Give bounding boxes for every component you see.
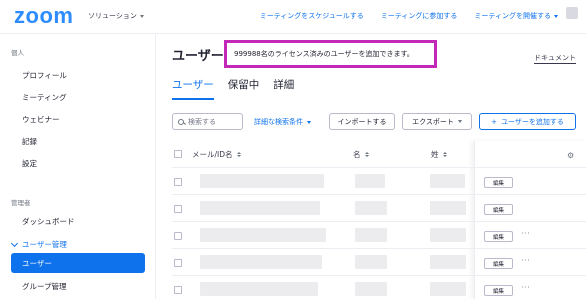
license-notice: 999988名のライセンス済みのユーザーを追加できます。 xyxy=(224,40,437,68)
redacted-email xyxy=(200,282,318,296)
export-label: エクスポート xyxy=(412,117,454,126)
gear-icon[interactable]: ⚙ xyxy=(567,151,574,160)
redacted-last-name xyxy=(430,174,465,188)
redacted-last-name xyxy=(430,228,466,242)
more-icon[interactable]: ··· xyxy=(521,229,530,238)
top-nav-links: ミーティングをスケジュールする ミーティングに参加する ミーティングを開催する xyxy=(260,11,558,21)
top-header: zoom ソリューション ミーティングをスケジュールする ミーティングに参加する… xyxy=(0,0,586,34)
advanced-search-label: 詳細な検索条件 xyxy=(254,118,303,126)
table-row: 編集 xyxy=(172,196,586,222)
column-header-email[interactable]: メール/ID名 xyxy=(192,149,241,160)
row-checkbox[interactable] xyxy=(174,286,182,294)
row-checkbox[interactable] xyxy=(174,232,182,240)
toolbar: 検索する 詳細な検索条件 インポートする エクスポート + ユーザーを追加する xyxy=(172,113,576,130)
edit-button[interactable]: 編集 xyxy=(484,177,513,188)
table-row: 編集 ··· xyxy=(172,277,586,299)
sidebar-item-profile[interactable]: プロフィール xyxy=(22,70,67,81)
join-meeting-label: ミーティングに参加する xyxy=(380,12,458,20)
tab-users[interactable]: ユーザー xyxy=(172,77,214,100)
sidebar-section-admin: 管理者 xyxy=(11,199,31,207)
sidebar-item-dashboard[interactable]: ダッシュボード xyxy=(22,216,75,227)
redacted-email xyxy=(200,255,322,269)
edit-button[interactable]: 編集 xyxy=(484,258,513,269)
sidebar-item-label: ユーザー管理 xyxy=(22,240,67,249)
search-placeholder: 検索する xyxy=(188,117,216,126)
add-user-button[interactable]: + ユーザーを追加する xyxy=(479,113,576,130)
tab-pending[interactable]: 保留中 xyxy=(228,77,260,100)
redacted-first-name xyxy=(355,255,387,269)
chevron-down-icon xyxy=(307,120,311,124)
select-all-checkbox[interactable] xyxy=(174,150,182,158)
schedule-meeting-link[interactable]: ミーティングをスケジュールする xyxy=(260,11,364,21)
sidebar: 個人 プロフィール ミーティング ウェビナー 記録 設定 管理者 ダッシュボード… xyxy=(0,34,156,299)
sidebar-item-webinars[interactable]: ウェビナー xyxy=(22,114,60,125)
avatar[interactable] xyxy=(566,7,578,19)
sort-icon xyxy=(364,152,369,157)
solutions-menu[interactable]: ソリューション xyxy=(88,11,144,21)
solutions-label: ソリューション xyxy=(88,12,137,20)
chevron-down-icon xyxy=(457,120,462,123)
edit-button[interactable]: 編集 xyxy=(484,285,513,296)
column-label: 姓 xyxy=(431,150,439,159)
row-checkbox[interactable] xyxy=(174,205,182,213)
row-checkbox[interactable] xyxy=(174,259,182,267)
redacted-email xyxy=(200,174,324,188)
table-header: メール/ID名 名 姓 ⚙ xyxy=(172,141,586,168)
column-label: メール/ID名 xyxy=(192,150,233,159)
edit-button[interactable]: 編集 xyxy=(484,204,513,215)
redacted-first-name xyxy=(355,228,387,242)
documentation-link[interactable]: ドキュメント xyxy=(534,54,576,64)
tab-bar: ユーザー 保留中 詳細 xyxy=(172,77,308,100)
table-row: 編集 xyxy=(172,169,586,195)
export-button[interactable]: エクスポート xyxy=(402,113,472,130)
redacted-first-name xyxy=(355,174,385,188)
host-meeting-label: ミーティングを開催する xyxy=(474,12,551,20)
page-title: ユーザー xyxy=(172,49,224,64)
sidebar-item-meetings[interactable]: ミーティング xyxy=(22,92,67,103)
column-label: 名 xyxy=(353,150,361,159)
redacted-email xyxy=(200,228,326,242)
redacted-last-name xyxy=(430,255,466,269)
host-meeting-link[interactable]: ミーティングを開催する xyxy=(474,11,558,21)
row-checkbox[interactable] xyxy=(174,178,182,186)
redacted-first-name xyxy=(355,282,387,296)
redacted-last-name xyxy=(430,282,466,296)
import-button[interactable]: インポートする xyxy=(329,113,395,130)
advanced-search-toggle[interactable]: 詳細な検索条件 xyxy=(254,117,311,127)
plus-icon: + xyxy=(491,117,497,126)
chevron-down-icon xyxy=(554,14,558,18)
sidebar-item-settings[interactable]: 設定 xyxy=(22,158,37,169)
redacted-first-name xyxy=(355,201,387,215)
import-label: インポートする xyxy=(337,117,387,126)
sidebar-item-users[interactable]: ユーザー xyxy=(11,253,145,273)
search-icon xyxy=(178,118,184,125)
redacted-last-name xyxy=(430,201,466,215)
sidebar-item-group-management[interactable]: グループ管理 xyxy=(22,281,67,292)
add-user-label: ユーザーを追加する xyxy=(501,117,564,126)
sidebar-section-personal: 個人 xyxy=(11,49,24,57)
sidebar-item-recordings[interactable]: 記録 xyxy=(22,136,37,147)
column-header-last-name[interactable]: 姓 xyxy=(431,149,447,160)
chevron-down-icon xyxy=(139,14,144,18)
tab-advanced[interactable]: 詳細 xyxy=(273,77,294,100)
sort-icon xyxy=(442,152,447,157)
more-icon[interactable]: ··· xyxy=(521,283,530,292)
join-meeting-link[interactable]: ミーティングに参加する xyxy=(381,11,458,21)
license-notice-text: 999988名のライセンス済みのユーザーを追加できます。 xyxy=(234,50,414,58)
sidebar-item-label: ユーザー xyxy=(22,259,52,268)
redacted-email xyxy=(200,201,320,215)
edit-button[interactable]: 編集 xyxy=(484,231,513,242)
more-icon[interactable]: ··· xyxy=(521,256,530,265)
sort-icon xyxy=(236,152,241,157)
chevron-down-icon xyxy=(10,239,19,247)
column-header-first-name[interactable]: 名 xyxy=(353,149,369,160)
table-row: 編集 ··· xyxy=(172,223,586,249)
search-input[interactable]: 検索する xyxy=(172,113,243,130)
table-row: 編集 ··· xyxy=(172,250,586,276)
schedule-meeting-label: ミーティングをスケジュールする xyxy=(259,12,364,20)
zoom-logo[interactable]: zoom xyxy=(14,3,73,29)
sidebar-item-user-management[interactable]: ユーザー管理 xyxy=(10,239,67,250)
